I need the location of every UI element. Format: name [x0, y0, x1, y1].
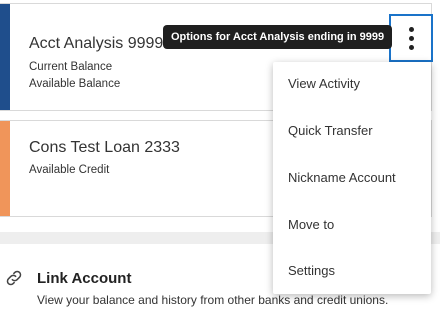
link-account-title[interactable]: Link Account	[37, 270, 131, 287]
more-vertical-icon	[408, 35, 414, 41]
tooltip-arrow	[384, 32, 390, 42]
menu-item-nickname-account[interactable]: Nickname Account	[273, 158, 431, 198]
more-vertical-icon	[408, 26, 414, 32]
available-credit-label: Available Credit	[29, 164, 110, 176]
account-color-stripe	[0, 4, 10, 110]
link-account-description: View your balance and history from other…	[37, 293, 389, 307]
menu-item-settings[interactable]: Settings	[273, 251, 431, 291]
account-name[interactable]: Cons Test Loan 2333	[29, 139, 180, 157]
current-balance-label: Current Balance	[29, 61, 113, 73]
options-tooltip: Options for Acct Analysis ending in 9999	[163, 25, 393, 49]
menu-item-view-activity[interactable]: View Activity	[273, 64, 431, 104]
account-color-stripe	[0, 121, 10, 216]
menu-item-move-to[interactable]: Move to	[273, 205, 431, 245]
account-name[interactable]: Acct Analysis 9999	[29, 35, 163, 53]
more-vertical-icon	[408, 44, 414, 50]
account-options-menu: View Activity Quick Transfer Nickname Ac…	[273, 62, 431, 294]
menu-item-quick-transfer[interactable]: Quick Transfer	[273, 111, 431, 151]
available-balance-label: Available Balance	[29, 78, 121, 90]
link-icon[interactable]	[4, 268, 24, 288]
accounts-screen: Acct Analysis 9999 Current Balance Avail…	[0, 0, 440, 317]
account-options-button[interactable]	[389, 14, 433, 62]
